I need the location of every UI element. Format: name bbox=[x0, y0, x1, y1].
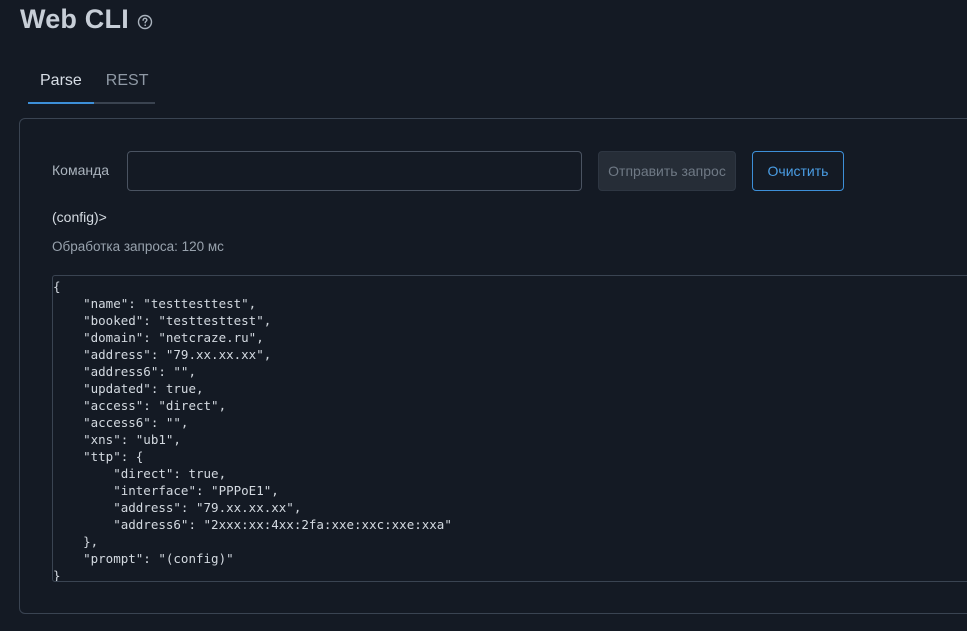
send-request-button[interactable]: Отправить запрос bbox=[598, 151, 736, 191]
json-output: { "name": "testtesttest", "booked": "tes… bbox=[53, 279, 452, 582]
tab-rest[interactable]: REST bbox=[94, 62, 161, 102]
cli-prompt: (config)> bbox=[52, 209, 107, 225]
output-panel[interactable]: { "name": "testtesttest", "booked": "tes… bbox=[52, 275, 967, 582]
command-label: Команда bbox=[52, 162, 110, 178]
request-timing: Обработка запроса: 120 мс bbox=[52, 239, 224, 254]
question-circle-icon[interactable] bbox=[137, 14, 153, 30]
tab-bar: Parse REST bbox=[28, 62, 155, 104]
page-header: Web CLI bbox=[20, 4, 153, 35]
clear-button[interactable]: Очистить bbox=[752, 151, 844, 191]
page-title: Web CLI bbox=[20, 4, 129, 34]
tab-parse[interactable]: Parse bbox=[28, 62, 94, 104]
command-input[interactable] bbox=[127, 151, 582, 191]
